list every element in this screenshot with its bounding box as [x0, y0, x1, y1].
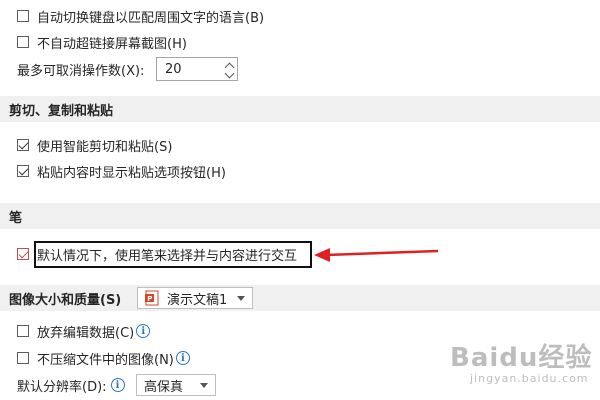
auto-keyboard-checkbox[interactable] — [17, 10, 29, 22]
baidu-watermark-url: jingyan.baidu.com — [470, 372, 589, 385]
spinner-arrows[interactable] — [221, 58, 237, 80]
max-undo-row: 最多可取消操作数(X): — [17, 58, 144, 80]
smart-cut-label: 使用智能剪切和粘贴(S) — [37, 139, 173, 155]
info-icon[interactable]: i — [110, 378, 125, 392]
no-auto-hyperlink-label: 不自动超链接屏幕截图(H) — [37, 36, 187, 52]
max-undo-value[interactable]: 20 — [157, 62, 221, 77]
no-compress-checkbox[interactable] — [17, 352, 29, 364]
section-image-quality-title: 图像大小和质量(S) — [9, 292, 122, 308]
discard-edit-checkbox[interactable] — [17, 325, 29, 337]
default-resolution-value: 高保真 — [144, 379, 184, 395]
default-resolution-row: 默认分辨率(D): i — [17, 374, 125, 396]
baidu-watermark-logo: Baidu经验 — [450, 343, 593, 373]
paste-options-label: 粘贴内容时显示粘贴选项按钮(H) — [37, 165, 226, 181]
default-resolution-select[interactable]: 高保真 — [136, 374, 216, 396]
chevron-down-icon[interactable] — [224, 68, 234, 79]
auto-keyboard-option[interactable]: 自动切换键盘以匹配周围文字的语言(B) — [17, 5, 264, 27]
annotation-highlight-box — [34, 241, 312, 268]
max-undo-spinner[interactable]: 20 — [156, 57, 238, 81]
no-auto-hyperlink-checkbox[interactable] — [17, 36, 29, 48]
smart-cut-option[interactable]: 使用智能剪切和粘贴(S) — [17, 134, 172, 156]
section-cut-copy-paste: 剪切、复制和粘贴 — [0, 96, 600, 122]
section-image-quality: 图像大小和质量(S) — [0, 285, 600, 311]
default-resolution-label: 默认分辨率(D): — [17, 379, 107, 395]
paste-options-checkbox[interactable] — [17, 165, 29, 177]
auto-keyboard-label: 自动切换键盘以匹配周围文字的语言(B) — [37, 10, 265, 26]
info-icon[interactable]: i — [136, 324, 151, 338]
no-compress-option[interactable]: 不压缩文件中的图像(N) i — [17, 347, 190, 369]
powerpoint-file-icon: P — [145, 290, 159, 306]
discard-edit-option[interactable]: 放弃编辑数据(C) i — [17, 320, 151, 342]
annotation-arrow-icon — [314, 248, 439, 262]
max-undo-label: 最多可取消操作数(X): — [17, 63, 145, 79]
discard-edit-label: 放弃编辑数据(C) — [37, 325, 135, 341]
document-select-value: 演示文稿1 — [167, 292, 228, 308]
default-pen-checkbox[interactable] — [17, 248, 29, 260]
section-cut-copy-paste-title: 剪切、复制和粘贴 — [9, 103, 114, 119]
info-icon[interactable]: i — [175, 351, 190, 365]
no-auto-hyperlink-option[interactable]: 不自动超链接屏幕截图(H) — [17, 31, 187, 53]
section-pen: 笔 — [0, 203, 600, 229]
smart-cut-checkbox[interactable] — [17, 139, 29, 151]
svg-text:P: P — [147, 295, 152, 303]
section-pen-title: 笔 — [9, 210, 23, 226]
dropdown-arrow-icon[interactable] — [237, 295, 245, 301]
dropdown-arrow-icon[interactable] — [200, 382, 208, 388]
paste-options-option[interactable]: 粘贴内容时显示粘贴选项按钮(H) — [17, 160, 226, 182]
document-select[interactable]: P 演示文稿1 — [137, 287, 253, 309]
no-compress-label: 不压缩文件中的图像(N) — [37, 352, 174, 368]
